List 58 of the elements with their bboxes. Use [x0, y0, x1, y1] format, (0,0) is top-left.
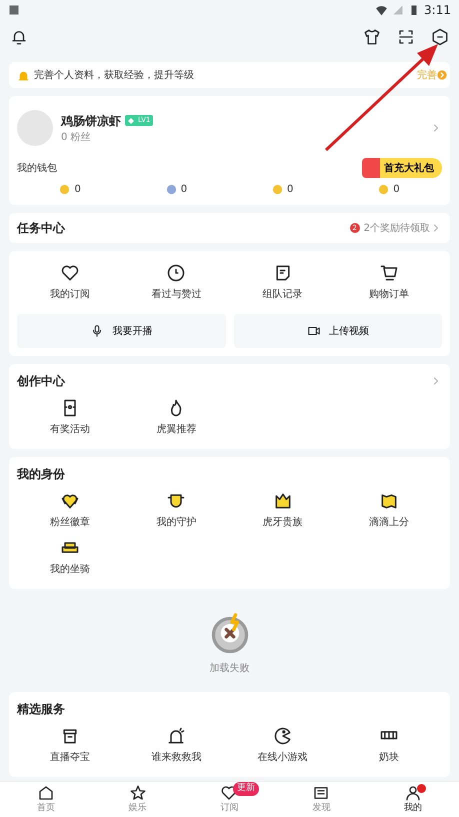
wallet-value: 0 — [393, 183, 400, 197]
shortcut-item[interactable]: 我的订阅 — [17, 259, 124, 306]
signal-icon — [392, 4, 404, 16]
heart-icon — [60, 263, 80, 283]
arrow-right-icon — [437, 70, 447, 80]
section-title: 任务中心 — [17, 220, 65, 237]
person-icon — [404, 784, 422, 802]
cart-icon — [378, 263, 399, 283]
grid-item[interactable]: 谁来救救我 — [123, 722, 230, 769]
star-icon — [128, 784, 147, 802]
banner-text: 完善个人资料，获取经验，提升等级 — [34, 68, 194, 82]
profile-banner[interactable]: 完善个人资料，获取经验，提升等级 完善 — [9, 62, 450, 88]
nav-tab[interactable]: 发现 — [275, 782, 368, 817]
clock-icon — [166, 263, 186, 283]
nav-tab[interactable]: 我的 — [367, 782, 459, 817]
gift-icon — [362, 158, 380, 178]
gift-button[interactable]: 首充大礼包 — [362, 158, 442, 178]
crown-icon — [272, 491, 293, 511]
shortcut-item[interactable]: 看过与赞过 — [123, 259, 230, 306]
section-title: 我的身份 — [17, 466, 65, 483]
scan-icon[interactable] — [397, 28, 415, 46]
hexagon-icon[interactable] — [431, 28, 449, 46]
update-badge: 更新 — [233, 782, 260, 796]
grid-item[interactable]: 我的守护 — [123, 487, 230, 534]
wallet-value: 0 — [286, 183, 294, 197]
wifi-icon — [375, 4, 388, 16]
grid-item[interactable]: 滴滴上分 — [336, 487, 442, 534]
action-button[interactable]: 上传视频 — [234, 314, 442, 348]
home-icon — [36, 784, 55, 802]
action-button[interactable]: 我要开播 — [17, 314, 226, 348]
siren-icon — [166, 726, 186, 746]
grid-item[interactable]: 我的坐骑 — [17, 534, 124, 581]
nav-tab[interactable]: 娱乐 — [92, 782, 184, 817]
grid-item[interactable]: 虎翼推荐 — [123, 394, 230, 441]
grid-item[interactable]: 有奖活动 — [17, 394, 124, 441]
reward-note: 2个奖励待领取 — [364, 222, 430, 236]
grid-item[interactable]: 在线小游戏 — [230, 722, 336, 769]
nav-tab[interactable]: 更新 订阅 — [184, 782, 276, 817]
section-title: 精选服务 — [17, 701, 65, 718]
user-name: 鸡肠饼凉虾 — [61, 112, 121, 130]
shirt-icon[interactable] — [363, 28, 381, 46]
grid-item[interactable]: 虎牙贵族 — [230, 487, 336, 534]
pacman-icon — [272, 726, 293, 746]
grid-item[interactable]: 奶块 — [336, 722, 442, 769]
wallet-label: 我的钱包 — [17, 162, 57, 176]
wallet-value: 0 — [74, 183, 81, 197]
wallet-value: 0 — [180, 183, 188, 197]
grid-item[interactable]: 粉丝徽章 — [17, 487, 124, 534]
shortcut-item[interactable]: 购物订单 — [336, 259, 442, 306]
grid-item[interactable]: 直播夺宝 — [17, 722, 124, 769]
section-title: 创作中心 — [17, 373, 65, 390]
shortcut-item[interactable]: 组队记录 — [230, 259, 336, 306]
status-time: 3:11 — [424, 2, 451, 19]
fans-count: 0 粉丝 — [61, 130, 92, 144]
video-camera-icon — [306, 324, 321, 338]
bell-icon[interactable] — [10, 28, 28, 46]
load-failed-text: 加载失败 — [210, 662, 250, 676]
nav-tab[interactable]: 首页 — [0, 782, 92, 817]
